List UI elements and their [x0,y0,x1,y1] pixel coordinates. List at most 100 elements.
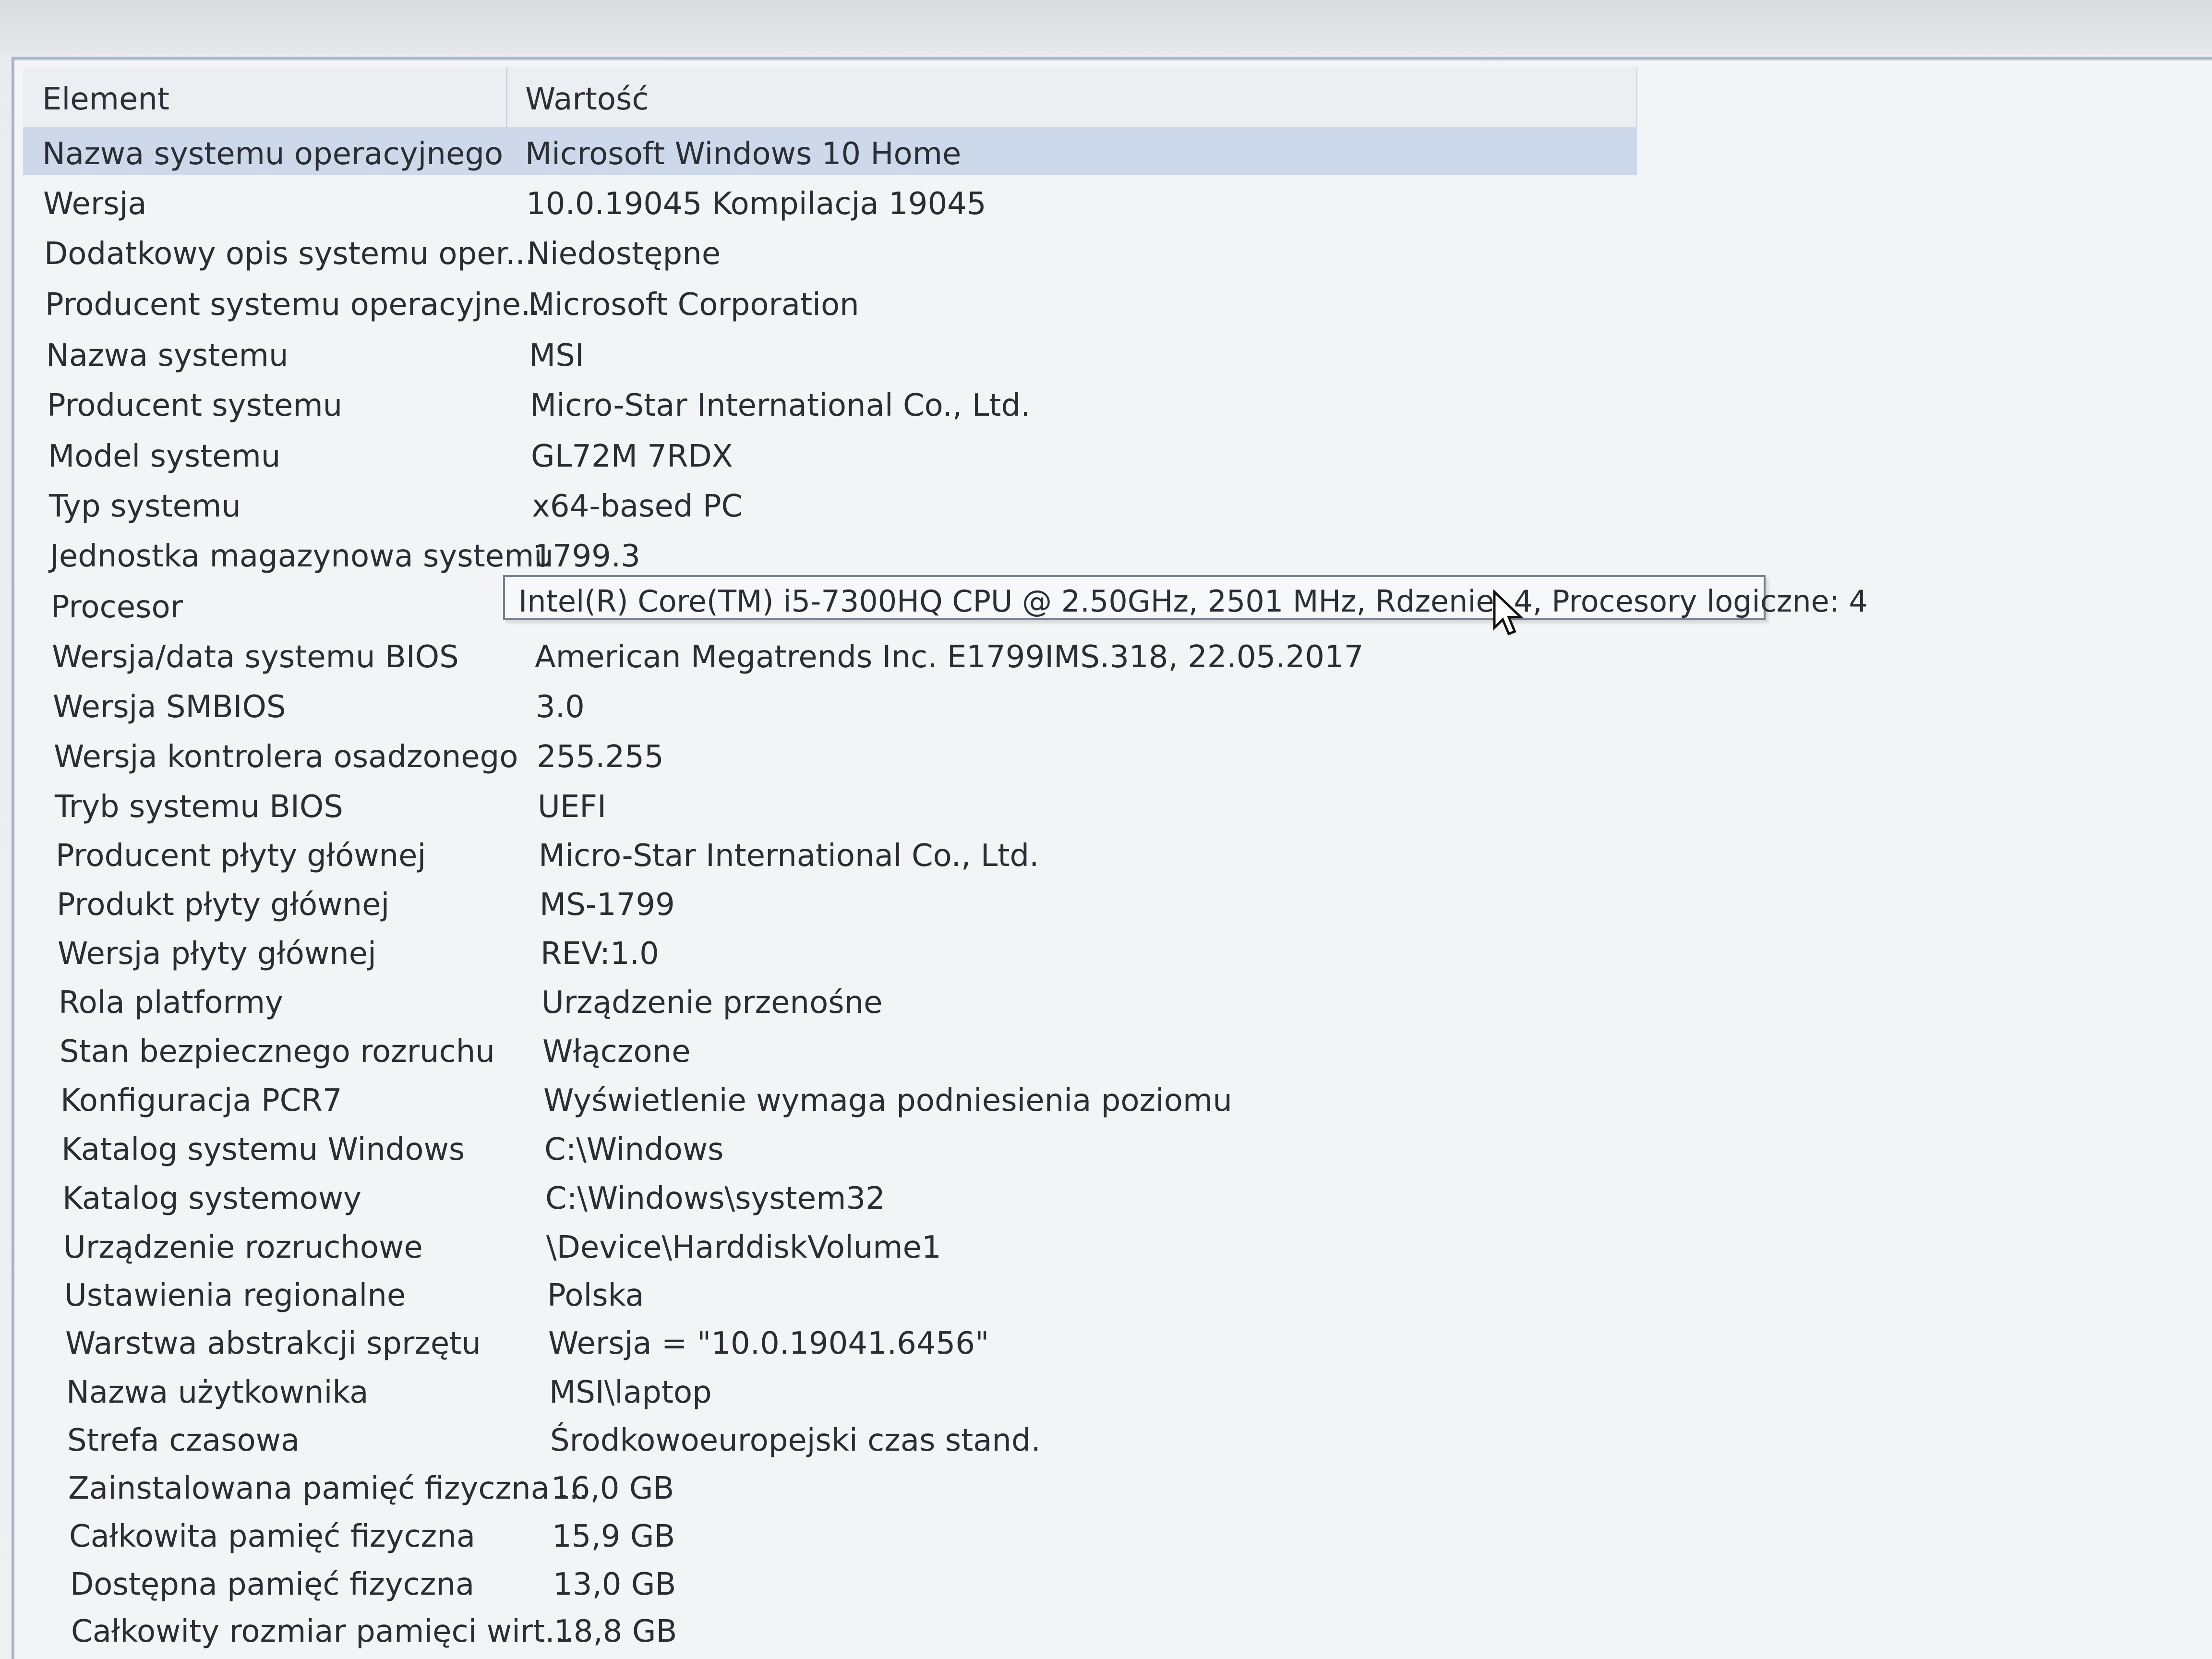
row-value: x64-based PC [532,489,743,524]
row-value: MSI\laptop [549,1375,712,1410]
table-row[interactable]: Nazwa systemu operacyjnego Microsoft Win… [23,127,1637,177]
list-header: Element Wartość [23,67,1637,128]
row-value: 10.0.19045 Kompilacja 19045 [526,186,986,222]
row-value: Środkowoeuropejski czas stand. [550,1423,1041,1458]
row-element: Dodatkowy opis systemu oper... [44,236,535,272]
header-element[interactable]: Element [42,82,169,117]
column-divider[interactable] [506,67,507,127]
table-row[interactable]: Wersja płyty głównej REV:1.0 [23,926,1637,976]
row-element: Wersja [43,186,147,222]
table-row[interactable]: Wersja kontrolera osadzonego 255.255 [23,730,1637,780]
row-element: Całkowita pamięć fizyczna [69,1519,476,1554]
table-row[interactable]: Wersja SMBIOS 3.0 [23,680,1637,730]
row-value: Microsoft Corporation [528,287,859,323]
table-row[interactable]: Całkowity rozmiar pamięci wirt... 18,8 G… [23,1604,1637,1654]
mouse-cursor-icon [1493,589,1524,636]
table-row[interactable]: Producent płyty głównej Micro-Star Inter… [23,829,1637,878]
row-element: Strefa czasowa [67,1423,300,1458]
row-value: Wyświetlenie wymaga podniesienia poziomu [543,1083,1232,1118]
row-element: Typ systemu [49,489,241,524]
table-row[interactable]: Wersja 10.0.19045 Kompilacja 19045 [23,177,1637,227]
row-value: MSI [529,338,584,373]
row-element: Rola platformy [59,985,283,1021]
table-row[interactable]: Nazwa użytkownika MSI\laptop [23,1365,1637,1415]
row-element: Dostępna pamięć fizyczna [70,1567,475,1602]
row-element: Produkt płyty głównej [57,887,390,923]
table-row[interactable]: Dodatkowy opis systemu oper... Niedostęp… [23,227,1637,276]
window-top-area [0,0,2212,55]
row-element: Konfiguracja PCR7 [60,1083,342,1118]
table-row[interactable]: Ustawienia regionalne Polska [23,1268,1637,1318]
row-element: Urządzenie rozruchowe [63,1230,423,1265]
table-row[interactable]: Katalog systemu Windows C:\Windows [23,1122,1637,1172]
row-element: Stan bezpiecznego rozruchu [60,1034,495,1070]
table-row[interactable]: Katalog systemowy C:\Windows\system32 [23,1171,1637,1221]
table-row[interactable]: Typ systemu x64-based PC [23,479,1637,529]
row-value: Micro-Star International Co., Ltd. [539,838,1039,874]
table-row[interactable]: Zainstalowana pamięć fizyczna ... 16,0 G… [23,1461,1637,1511]
row-element: Producent systemu operacyjne... [45,287,551,323]
row-value: 15,9 GB [552,1519,675,1554]
row-value: 13,0 GB [553,1567,676,1602]
table-row[interactable]: Produkt płyty głównej MS-1799 [23,878,1637,927]
row-value: American Megatrends Inc. E1799IMS.318, 2… [535,639,1364,675]
row-value: Niedostępne [527,236,721,272]
row-value: 255.255 [537,739,664,775]
row-element: Wersja kontrolera osadzonego [54,739,518,775]
table-row[interactable]: Wersja/data systemu BIOS American Megatr… [23,630,1637,680]
row-value: C:\Windows\system32 [545,1181,885,1216]
column-divider-right[interactable] [1636,67,1637,127]
processor-tooltip: Intel(R) Core(TM) i5-7300HQ CPU @ 2.50GH… [503,575,1868,620]
row-element: Zainstalowana pamięć fizyczna ... [68,1471,589,1506]
row-value: Micro-Star International Co., Ltd. [530,388,1031,423]
table-row[interactable]: Całkowita pamięć fizyczna 15,9 GB [23,1509,1637,1559]
row-element: Ustawienia regionalne [64,1278,406,1313]
table-row[interactable]: Rola platformy Urządzenie przenośne [23,975,1637,1025]
row-element: Model systemu [48,439,281,474]
tooltip-text: Intel(R) Core(TM) i5-7300HQ CPU @ 2.50GH… [518,584,1868,619]
screen: Element Wartość Nazwa systemu operacyjne… [0,0,2212,1659]
table-row[interactable]: Producent systemu operacyjne... Microsof… [23,277,1637,327]
row-value: MS-1799 [540,887,675,923]
table-row[interactable]: Konfiguracja PCR7 Wyświetlenie wymaga po… [23,1073,1637,1123]
row-value: Polska [547,1278,644,1313]
row-element: Procesor [51,589,183,625]
row-value: UEFI [538,789,606,825]
row-value: Włączone [542,1034,691,1070]
row-value: Urządzenie przenośne [541,985,883,1021]
table-row[interactable]: Dostępna pamięć fizyczna 13,0 GB [23,1557,1637,1607]
table-row[interactable]: Jednostka magazynowa systemu 1799.3 [23,529,1637,579]
row-element: Warstwa abstrakcji sprzętu [65,1326,481,1361]
row-value: GL72M 7RDX [531,439,733,474]
row-value: REV:1.0 [541,936,659,972]
header-value[interactable]: Wartość [525,82,649,117]
table-row[interactable]: Strefa czasowa Środkowoeuropejski czas s… [23,1413,1637,1463]
row-element: Jednostka magazynowa systemu [50,539,553,574]
system-summary-list[interactable]: Element Wartość Nazwa systemu operacyjne… [12,57,2212,1659]
row-value: 1799.3 [533,539,640,574]
row-element: Nazwa systemu operacyjnego [42,136,504,172]
table-row[interactable]: Nazwa systemu MSI [23,328,1637,378]
row-element: Katalog systemowy [62,1181,362,1216]
row-element: Producent płyty głównej [56,838,426,874]
row-element: Tryb systemu BIOS [55,789,343,825]
row-value: 16,0 GB [551,1471,674,1506]
row-element: Nazwa systemu [46,338,289,373]
table-row[interactable]: Urządzenie rozruchowe \Device\HarddiskVo… [23,1220,1637,1270]
row-value: Wersja = "10.0.19041.6456" [548,1326,989,1361]
row-value: 3.0 [536,689,585,725]
row-value: 18,8 GB [554,1614,677,1649]
table-row[interactable]: Model systemu GL72M 7RDX [23,429,1637,479]
row-value: Microsoft Windows 10 Home [525,136,962,172]
row-value: C:\Windows [544,1132,724,1167]
table-row[interactable]: Tryb systemu BIOS UEFI [23,780,1637,830]
row-element: Katalog systemu Windows [61,1132,465,1167]
row-element: Wersja/data systemu BIOS [52,639,459,675]
row-element: Producent systemu [47,388,343,423]
table-row[interactable]: Producent systemu Micro-Star Internation… [23,378,1637,428]
row-value: \Device\HarddiskVolume1 [546,1230,941,1265]
table-row[interactable]: Warstwa abstrakcji sprzętu Wersja = "10.… [23,1316,1637,1366]
row-element: Nazwa użytkownika [66,1375,369,1410]
row-element: Całkowity rozmiar pamięci wirt... [71,1614,575,1649]
table-row[interactable]: Stan bezpiecznego rozruchu Włączone [23,1024,1637,1074]
